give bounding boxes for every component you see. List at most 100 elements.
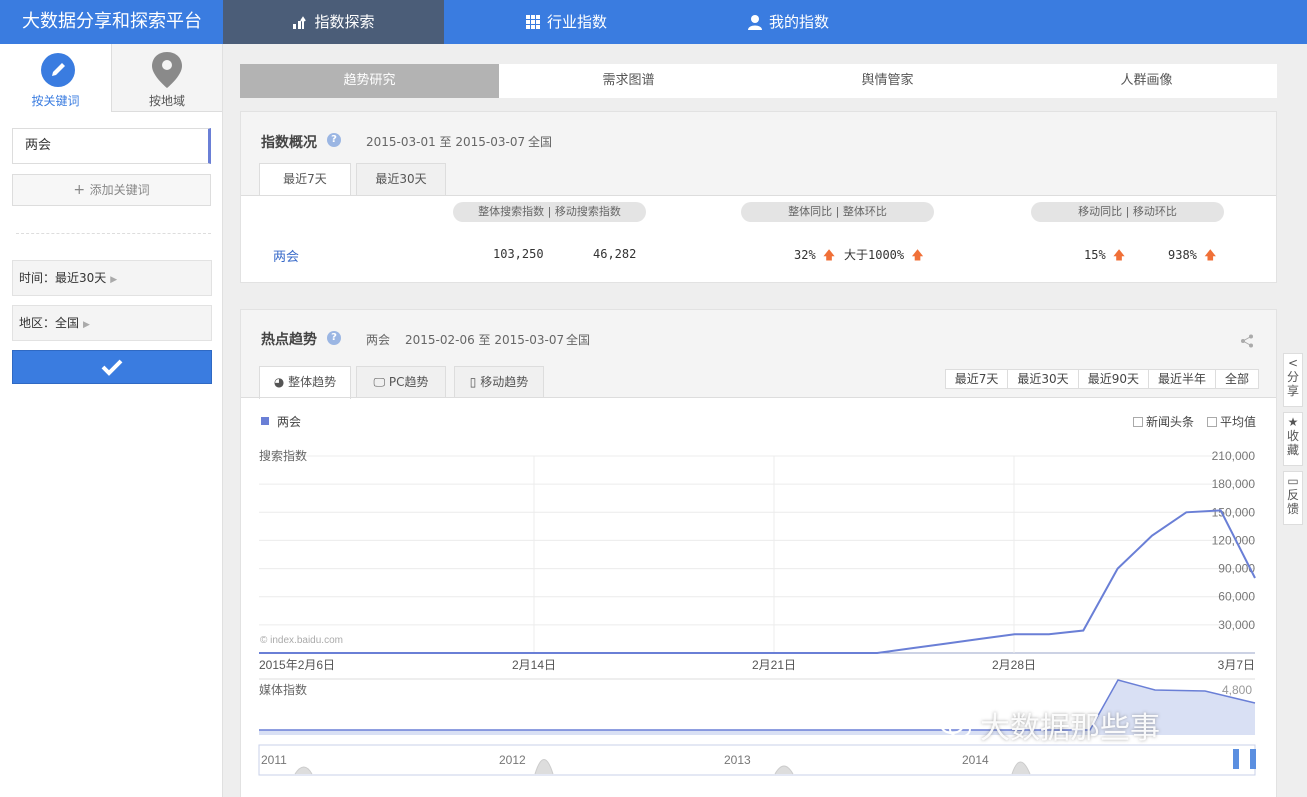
range-7-days[interactable]: 最近7天: [945, 370, 1008, 388]
map-pin-icon: [152, 52, 182, 88]
help-icon[interactable]: ?: [327, 133, 341, 147]
tab-demand-map[interactable]: 需求图谱: [499, 64, 758, 98]
x-tick-label: 2月28日: [992, 658, 1036, 672]
comment-icon: ▭: [1287, 474, 1299, 488]
nav-tab-label: 行业指数: [546, 13, 607, 31]
tab-by-keyword[interactable]: 按关键词: [0, 44, 111, 112]
navigator-year-label: 2011: [261, 753, 287, 767]
navigator-year-label: 2012: [499, 753, 526, 767]
range-navigator[interactable]: [258, 744, 1256, 776]
legend-label[interactable]: 两会: [277, 413, 301, 430]
tab-overall-trend[interactable]: ◕ 整体趋势: [259, 366, 351, 399]
total-mom-text: 大于1000%: [844, 248, 905, 262]
navigator-year-label: 2014: [962, 753, 989, 767]
keyword-link[interactable]: 两会: [273, 246, 299, 265]
submit-button[interactable]: [12, 350, 212, 384]
mobile-yoy-text: 15%: [1084, 248, 1106, 262]
total-yoy-text: 32%: [794, 248, 816, 262]
area-filter[interactable]: 地区：全国 ▶: [12, 305, 212, 341]
user-icon: [747, 15, 762, 30]
overview-panel: 指数概况 ? 2015-03-01 至 2015-03-07 全国 最近7天 最…: [240, 111, 1277, 283]
sub-tabs: 趋势研究 需求图谱 舆情管家 人群画像: [240, 64, 1277, 98]
tab-mobile-trend[interactable]: ▯ 移动趋势: [454, 366, 544, 398]
y-tick-label: 210,000: [1212, 449, 1256, 463]
y-tick-labels: 210,000180,000150,000120,00090,00060,000…: [1212, 449, 1256, 632]
overview-date-range: 2015-03-01 至 2015-03-07: [366, 135, 526, 149]
share-icon[interactable]: [1240, 334, 1254, 348]
nav-tab-industry[interactable]: 行业指数: [444, 0, 688, 44]
tab-last-7-days[interactable]: 最近7天: [259, 163, 351, 196]
total-mom-value: 大于1000% 🡅: [844, 246, 924, 267]
chart-grid: [259, 455, 1255, 654]
y-axis-label: 搜索指数: [259, 448, 307, 463]
favorite-tool[interactable]: ★ 收藏: [1283, 412, 1303, 466]
tab-label: 整体趋势: [288, 375, 337, 389]
brand-title[interactable]: 大数据分享和探索平台: [0, 0, 223, 44]
y-tick-label: 30,000: [1218, 618, 1255, 632]
range-90-days[interactable]: 最近90天: [1077, 370, 1148, 388]
divider: [16, 233, 211, 234]
tab-trend-research[interactable]: 趋势研究: [240, 64, 499, 98]
tab-pc-trend[interactable]: 🖵 PC趋势: [356, 366, 446, 398]
caret-right-icon: ▶: [110, 275, 118, 285]
time-filter[interactable]: 时间：最近30天 ▶: [12, 260, 212, 296]
help-icon[interactable]: ?: [327, 331, 341, 345]
arrow-up-icon: 🡅: [1204, 248, 1217, 262]
tab-sentiment[interactable]: 舆情管家: [758, 64, 1017, 98]
nav-tab-explore[interactable]: 指数探索: [223, 0, 444, 44]
caret-right-icon: ▶: [83, 320, 90, 330]
hot-trend-title: 热点趋势: [261, 332, 317, 348]
monitor-icon: 🖵: [373, 375, 386, 389]
navigator-handle-right[interactable]: [1250, 749, 1256, 769]
legend-swatch: [261, 417, 269, 425]
add-keyword-label: 添加关键词: [89, 183, 150, 197]
y-tick-label: 60,000: [1218, 590, 1255, 604]
overview-title: 指数概况: [261, 135, 317, 151]
overview-region: 全国: [528, 135, 553, 149]
time-filter-label: 时间：最近30天: [19, 271, 107, 285]
nav-tab-label: 我的指数: [768, 13, 829, 31]
edit-icon: [41, 53, 75, 87]
x-tick-labels: 2015年2月6日 2月14日 2月21日 2月28日 3月7日: [259, 658, 1255, 672]
column-header-mobile-change: 移动同比 | 移动环比: [1031, 202, 1224, 222]
y-tick-label: 150,000: [1212, 505, 1256, 519]
x-tick-label: 2月21日: [752, 658, 796, 672]
feedback-tool-label: 反馈: [1286, 488, 1299, 516]
pie-icon: ◕: [273, 375, 285, 389]
tab-audience[interactable]: 人群画像: [1017, 64, 1276, 98]
range-half-year[interactable]: 最近半年: [1147, 370, 1215, 388]
grid-icon: [525, 15, 540, 29]
divider: [241, 397, 1276, 398]
keyword-input[interactable]: 两会: [12, 128, 211, 164]
news-checkbox-label: 新闻头条: [1146, 415, 1195, 429]
nav-tab-my-index[interactable]: 我的指数: [688, 0, 888, 44]
add-keyword-button[interactable]: + 添加关键词: [12, 174, 211, 206]
tab-label: 按关键词: [31, 94, 80, 108]
range-selector: 最近7天 最近30天 最近90天 最近半年 全部: [944, 369, 1259, 389]
media-tick-label: 4,800: [1222, 683, 1252, 697]
average-checkbox[interactable]: 平均值: [1207, 413, 1256, 430]
divider: [241, 195, 1276, 196]
series-line-lianghui: [259, 509, 1256, 654]
range-all[interactable]: 全部: [1214, 370, 1258, 388]
share-tool[interactable]: < 分享: [1283, 353, 1303, 407]
wechat-icon: [939, 712, 971, 738]
tab-last-30-days[interactable]: 最近30天: [356, 163, 446, 195]
arrow-up-icon: 🡅: [911, 248, 924, 262]
arrow-up-icon: 🡅: [822, 248, 836, 262]
check-icon: [101, 359, 123, 376]
star-icon: ★: [1287, 415, 1299, 429]
x-tick-label: 2月14日: [512, 658, 556, 672]
x-tick-label: 2015年2月6日: [259, 658, 335, 672]
checkbox-icon: [1207, 416, 1217, 427]
feedback-tool[interactable]: ▭ 反馈: [1283, 471, 1303, 525]
tab-by-area[interactable]: 按地域: [111, 44, 222, 112]
tab-label: 移动趋势: [480, 375, 529, 389]
mobile-search-value: 46,282: [593, 247, 637, 261]
total-yoy-value: 32% 🡅: [794, 246, 835, 267]
range-30-days[interactable]: 最近30天: [1007, 370, 1078, 388]
share-icon: <: [1287, 356, 1299, 370]
arrow-up-icon: 🡅: [1112, 248, 1126, 262]
navigator-handle-left[interactable]: [1233, 749, 1239, 769]
news-checkbox[interactable]: 新闻头条: [1133, 413, 1194, 430]
